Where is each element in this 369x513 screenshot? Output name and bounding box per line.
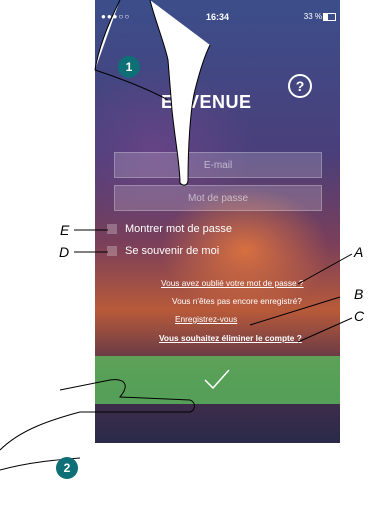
- register-link[interactable]: Enregistrez-vous: [175, 314, 237, 324]
- check-icon: [204, 369, 230, 390]
- remember-me-label: Se souvenir de moi: [125, 245, 220, 257]
- password-field[interactable]: Mot de passe: [114, 185, 322, 211]
- submit-button[interactable]: [95, 356, 340, 404]
- page-title: ENVENUE: [161, 92, 252, 112]
- remember-me-checkbox[interactable]: [107, 246, 117, 256]
- callout-e: E: [60, 222, 70, 238]
- battery-percent: 33 %: [303, 12, 322, 21]
- step-badge-1: 1: [118, 56, 140, 78]
- forgot-password-link[interactable]: Vous avez oublié votre mot de passe ?: [161, 278, 304, 288]
- step-badge-2: 2: [56, 457, 78, 479]
- show-password-label: Montrer mot de passe: [125, 223, 232, 235]
- callout-a: A: [354, 244, 364, 260]
- battery-icon: [323, 13, 336, 21]
- callout-d: D: [59, 244, 70, 260]
- show-password-checkbox[interactable]: [107, 224, 117, 234]
- email-field[interactable]: E-mail: [114, 152, 322, 178]
- help-button[interactable]: ?: [288, 74, 312, 98]
- callout-c: C: [354, 308, 365, 324]
- not-registered-text: Vous n'êtes pas encore enregistré?: [172, 296, 302, 306]
- status-bar: ●●●○○ 16:34 33 %: [95, 10, 340, 24]
- callout-b: B: [354, 286, 364, 302]
- delete-account-link[interactable]: Vous souhaitez éliminer le compte ?: [159, 333, 302, 343]
